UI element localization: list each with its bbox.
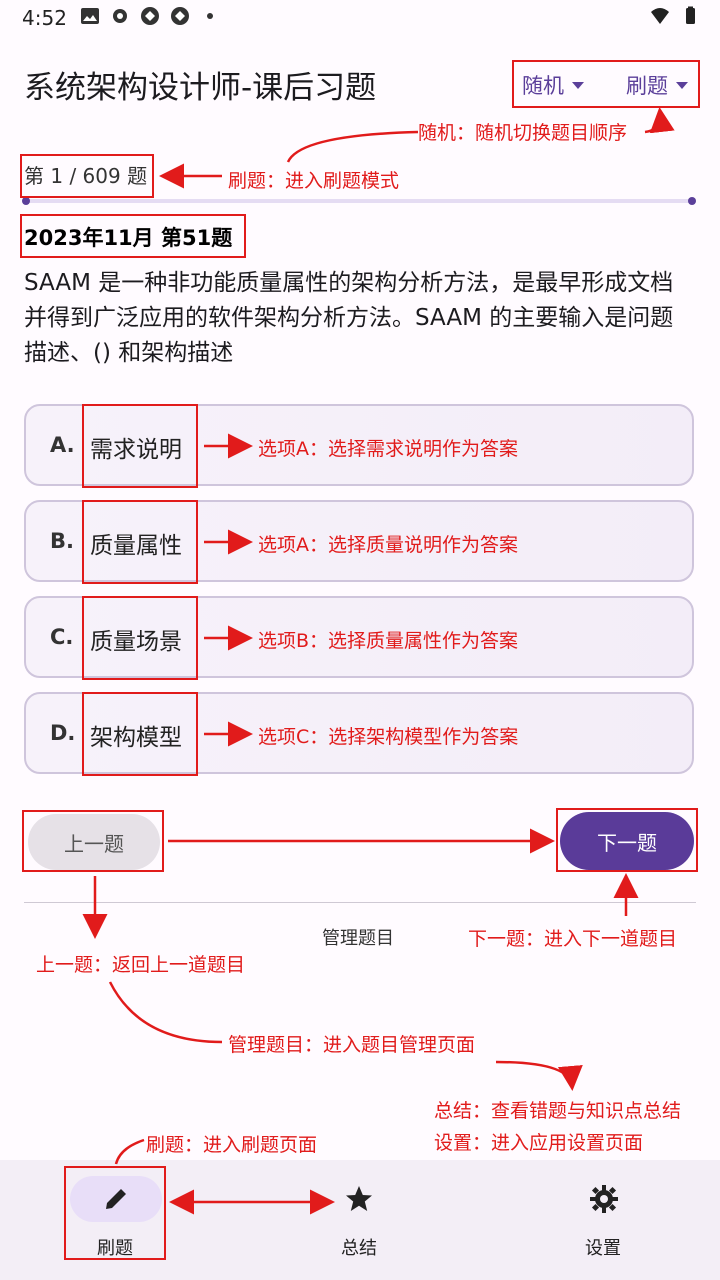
status-notification-icons [80, 6, 220, 26]
annotation-option-a: 选项A：选择需求说明作为答案 [258, 438, 518, 460]
gear-icon [590, 1185, 618, 1213]
annotation-settings: 设置：进入应用设置页面 [434, 1132, 644, 1154]
option-letter: C. [50, 625, 74, 649]
annotation-box-nav-practice [64, 1166, 166, 1260]
annotation-box-option-c [82, 596, 198, 680]
page-title: 系统架构设计师-课后习题 [24, 70, 377, 106]
annotation-next: 下一题：进入下一道题目 [468, 928, 678, 950]
nav-item-settings[interactable]: 设置 [558, 1176, 650, 1259]
annotation-box-prev [22, 810, 164, 872]
annotation-manage: 管理题目：进入题目管理页面 [228, 1034, 476, 1056]
annotation-box-source [20, 214, 246, 258]
app-status-icon [141, 7, 159, 25]
status-time: 4:52 [22, 6, 67, 30]
annotation-practice-page: 刷题：进入刷题页面 [146, 1134, 318, 1156]
annotation-option-b: 选项A：选择质量说明作为答案 [258, 534, 518, 556]
app-status-icon-2 [171, 7, 189, 25]
annotation-box-option-b [82, 500, 198, 584]
wifi-icon [651, 8, 669, 24]
annotation-option-d: 选项C：选择架构模型作为答案 [258, 726, 519, 748]
divider [24, 902, 696, 903]
annotation-box-next [556, 808, 698, 872]
progress-end-dot [688, 197, 696, 205]
star-icon [346, 1186, 372, 1211]
option-letter: A. [50, 433, 75, 457]
progress-start-dot [22, 197, 30, 205]
annotation-box-counter [20, 154, 154, 198]
nav-label-summary: 总结 [341, 1238, 377, 1259]
progress-bar [22, 197, 696, 205]
nav-label-settings: 设置 [585, 1238, 621, 1259]
annotation-prev: 上一题：返回上一道题目 [36, 954, 246, 976]
question-text: SAAM 是一种非功能质量属性的架构分析方法，是最早形成文档并得到广泛应用的软件… [24, 270, 674, 366]
image-icon [81, 8, 99, 24]
more-dot-icon [207, 13, 213, 19]
annotation-option-c: 选项B：选择质量属性作为答案 [258, 630, 519, 652]
option-letter: D. [50, 721, 76, 745]
annotation-summary: 总结：查看错题与知识点总结 [434, 1100, 682, 1122]
annotation-box-menus [512, 60, 700, 108]
battery-icon [686, 6, 695, 24]
nav-item-summary[interactable]: 总结 [316, 1176, 408, 1259]
status-system-icons [650, 6, 700, 26]
annotation-box-option-d [82, 692, 198, 776]
annotation-random: 随机：随机切换题目顺序 [418, 122, 628, 144]
manage-questions-link[interactable]: 管理题目 [322, 924, 394, 950]
annotation-practice-mode: 刷题：进入刷题模式 [228, 170, 400, 192]
option-letter: B. [50, 529, 74, 553]
gear-status-icon [113, 9, 127, 23]
annotation-box-option-a [82, 404, 198, 488]
